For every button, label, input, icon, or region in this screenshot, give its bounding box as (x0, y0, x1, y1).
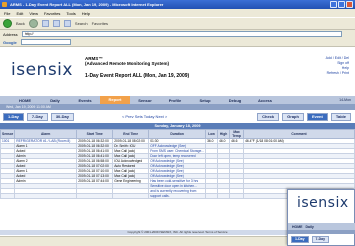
refresh-icon[interactable] (52, 20, 60, 27)
table-cell: 2009-01-18 06:41:00 (76, 153, 114, 159)
tab-daily[interactable]: Daily (40, 98, 70, 103)
check-button[interactable]: Check (257, 112, 280, 121)
table-cell (76, 193, 114, 199)
table-cell: 2009-01-18 06:32:00 (76, 138, 114, 144)
google-logo: Google (3, 39, 17, 45)
menu-file[interactable]: File (4, 11, 10, 16)
popup-subline (288, 230, 355, 234)
table-cell: 2009-01-18 06:32:00 (76, 143, 114, 149)
table-cell: 2009-01-18 07:44:00 (76, 178, 114, 184)
tab-events[interactable]: Events (70, 98, 100, 103)
event-button[interactable]: Event (306, 112, 328, 121)
table-cell: 2009-01-18 07:10:00 (76, 168, 114, 174)
table-cell: 2009-01-18 07:13:00 (76, 173, 114, 179)
status-subline: Wed, Jan 19, 2009 11:00 AM (0, 104, 355, 110)
popup-tab-daily[interactable]: Daily (306, 225, 314, 229)
tab-debug[interactable]: Debug (220, 98, 250, 103)
google-search-input[interactable] (20, 39, 71, 45)
back-label[interactable]: Back (16, 21, 25, 26)
table-header-row: Sensor Alarm Start Time End Time Duratio… (0, 129, 355, 139)
col-start: Start Time (76, 129, 114, 139)
table-cell: 2009-01-18 06:41:00 (76, 148, 114, 154)
tab-home[interactable]: HOME (10, 98, 40, 103)
table-cell (205, 193, 219, 199)
popup-1-day-button[interactable]: 1-Day (291, 236, 309, 243)
col-max: Max Temp (229, 129, 245, 139)
menu-view[interactable]: View (29, 11, 38, 16)
table-cell[interactable]: REFRIGERATOR #1 / LAB (Room 8) (14, 138, 78, 144)
minimize-icon[interactable] (330, 1, 337, 8)
table-cell: 2009-01-18 07:02:00 (76, 163, 114, 169)
graph-button[interactable]: Graph (282, 112, 304, 121)
address-bar: Address http:// (0, 30, 355, 38)
search-button[interactable]: Search (75, 21, 88, 26)
address-label: Address (3, 31, 18, 37)
col-alarm: Alarm (14, 129, 78, 139)
product-subtitle: (Advanced Remote Monitoring System) (85, 61, 170, 66)
col-sensor: Sensor (0, 129, 16, 139)
range-30-day-button[interactable]: 30-Day (50, 112, 74, 121)
overlay-window[interactable]: isensix HOME Daily 1-Day 7-Day (287, 189, 355, 246)
menu-help[interactable]: Help (82, 11, 90, 16)
window-titlebar: ARMS - 1-Day Event Report ALL (Mon, Jan … (0, 0, 355, 9)
table-cell: From SMS user: Chemical Storage... (148, 148, 207, 154)
link-refresh[interactable]: Refresh / Print (326, 71, 349, 76)
date-pager[interactable]: < Prev Sets Today Next > (122, 114, 167, 119)
menu-bar: File Edit View Favorites Tools Help (0, 9, 355, 17)
page-header: isensix ARMS™ (Advanced Remote Monitorin… (0, 48, 355, 96)
browser-toolbar: Back Search Favorites (0, 17, 355, 30)
menu-tools[interactable]: Tools (66, 11, 75, 16)
ie-icon (2, 2, 7, 7)
table-button[interactable]: Table (330, 112, 351, 121)
col-low: Low (205, 129, 219, 139)
close-icon[interactable] (346, 1, 353, 8)
menu-favorites[interactable]: Favorites (44, 11, 60, 16)
isensix-logo: isensix (11, 60, 73, 80)
maximize-icon[interactable] (338, 1, 345, 8)
tab-access[interactable]: Access (250, 98, 280, 103)
table-cell (14, 193, 78, 199)
popup-tab-home[interactable]: HOME (292, 225, 303, 229)
menu-edit[interactable]: Edit (16, 11, 23, 16)
table-cell (229, 193, 245, 199)
table-cell: support calls. (148, 193, 207, 199)
tab-report[interactable]: Report (100, 96, 130, 104)
window-controls (330, 1, 353, 8)
table-cell: Has been cold-sensitive for 3 hrs (148, 178, 207, 184)
table-cell (217, 193, 231, 199)
nav-date: 14-Mon (339, 98, 351, 102)
header-links: Add / Edit / Del Sign off Help Refresh /… (326, 56, 349, 76)
stop-icon[interactable] (41, 20, 49, 27)
home-icon[interactable] (63, 20, 71, 27)
popup-7-day-button[interactable]: 7-Day (311, 236, 330, 243)
table-cell (0, 193, 16, 199)
forward-icon[interactable] (28, 19, 38, 28)
view-buttons: Check Graph Event Table (257, 112, 351, 121)
popup-logo: isensix (297, 195, 349, 211)
col-comment: Comment (243, 129, 355, 139)
range-1-day-button[interactable]: 1-Day (3, 112, 24, 121)
col-duration: Duration (148, 129, 207, 139)
tab-profile[interactable]: Profile (160, 98, 190, 103)
range-7-day-button[interactable]: 7-Day (26, 112, 48, 121)
popup-nav: HOME Daily (288, 223, 355, 230)
table-cell (112, 193, 150, 199)
report-title: 1-Day Event Report ALL (Mon, Jan 19, 200… (85, 73, 190, 79)
tab-setup[interactable]: Setup (190, 98, 220, 103)
main-nav: HOME Daily Events Report Sensor Profile … (0, 96, 355, 104)
back-icon[interactable] (3, 19, 12, 28)
window-title: ARMS - 1-Day Event Report ALL (Mon, Jan … (10, 2, 164, 7)
google-toolbar: Google (0, 38, 355, 47)
table-cell: 2009-01-18 08:02:00 (112, 138, 150, 144)
tab-sensor[interactable]: Sensor (130, 98, 160, 103)
favorites-button[interactable]: Favorites (92, 21, 108, 26)
address-input[interactable]: http:// (21, 31, 342, 37)
popup-controls: 1-Day 7-Day (291, 236, 330, 243)
report-controls: 1-Day 7-Day 30-Day < Prev Sets Today Nex… (0, 111, 355, 122)
col-end: End Time (112, 129, 150, 139)
table-cell: 2009-01-18 06:58:00 (76, 158, 114, 164)
col-high: High (217, 129, 231, 139)
